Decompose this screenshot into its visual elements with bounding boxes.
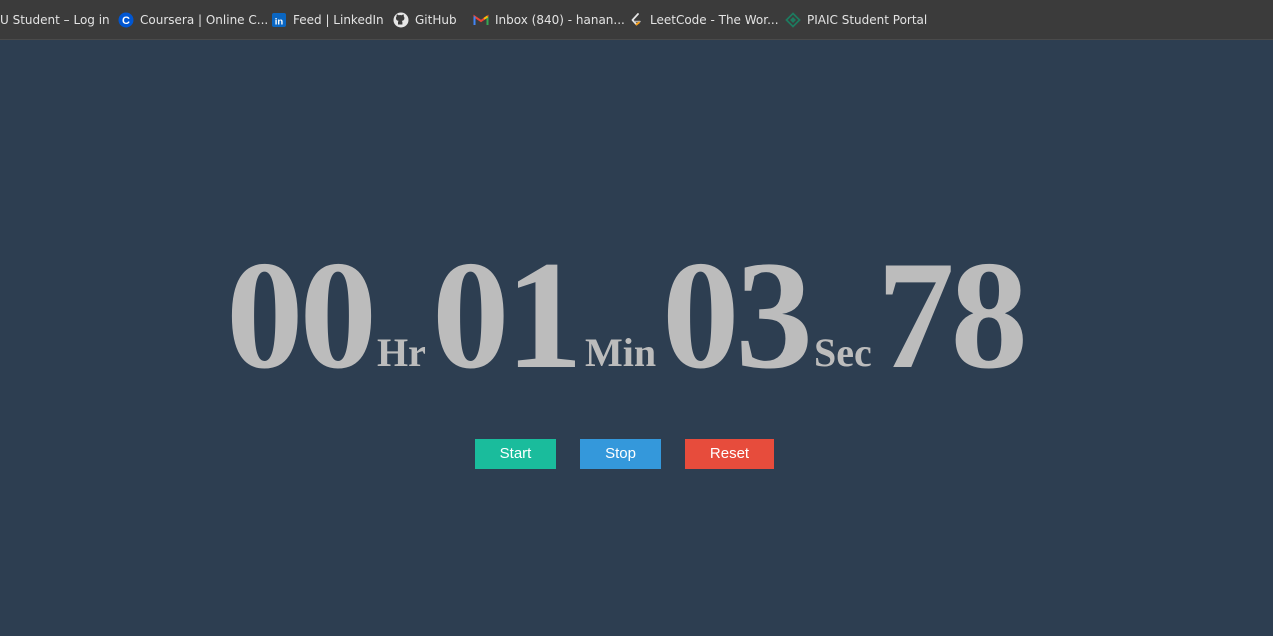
piaic-icon [785,12,801,28]
bookmark-label: GitHub [415,13,457,27]
start-button[interactable]: Start [475,439,556,469]
bookmark-label: LeetCode - The Wor... [650,13,779,27]
svg-text:in: in [275,17,284,28]
stopwatch-page: 00 Hr 01 Min 03 Sec 78 Start Stop Reset [0,40,1273,636]
bookmark-u-student[interactable]: U Student – Log in [0,11,110,29]
hours-value: 00 [226,229,377,401]
minutes-value: 01 [432,229,583,401]
bookmark-coursera[interactable]: C Coursera | Online C... [118,11,268,29]
svg-text:C: C [122,15,130,27]
bookmark-leetcode[interactable]: LeetCode - The Wor... [628,11,779,29]
centiseconds-value: 78 [877,229,1028,401]
coursera-icon: C [118,12,134,28]
bookmark-label: Coursera | Online C... [140,13,269,27]
seconds-unit: Sec [814,330,872,375]
bookmark-label: PIAIC Student Portal [807,13,928,27]
hours-unit: Hr [377,330,426,375]
leetcode-icon [628,12,644,28]
bookmark-linkedin[interactable]: in Feed | LinkedIn [271,11,384,29]
stop-button[interactable]: Stop [580,439,661,469]
minutes-unit: Min [585,330,657,375]
bookmark-label: U Student – Log in [0,13,110,27]
stopwatch-display: 00 Hr 01 Min 03 Sec 78 [0,229,1273,401]
reset-button[interactable]: Reset [685,439,774,469]
bookmark-label: Feed | LinkedIn [293,13,384,27]
gmail-icon [473,12,489,28]
linkedin-icon: in [271,12,287,28]
bookmarks-bar: U Student – Log in C Coursera | Online C… [0,0,1273,40]
bookmark-label: Inbox (840) - hanan... [495,13,625,27]
seconds-value: 03 [662,229,813,401]
github-icon [393,12,409,28]
bookmark-piaic[interactable]: PIAIC Student Portal [785,11,927,29]
bookmark-github[interactable]: GitHub [393,11,457,29]
bookmark-gmail[interactable]: Inbox (840) - hanan... [473,11,625,29]
